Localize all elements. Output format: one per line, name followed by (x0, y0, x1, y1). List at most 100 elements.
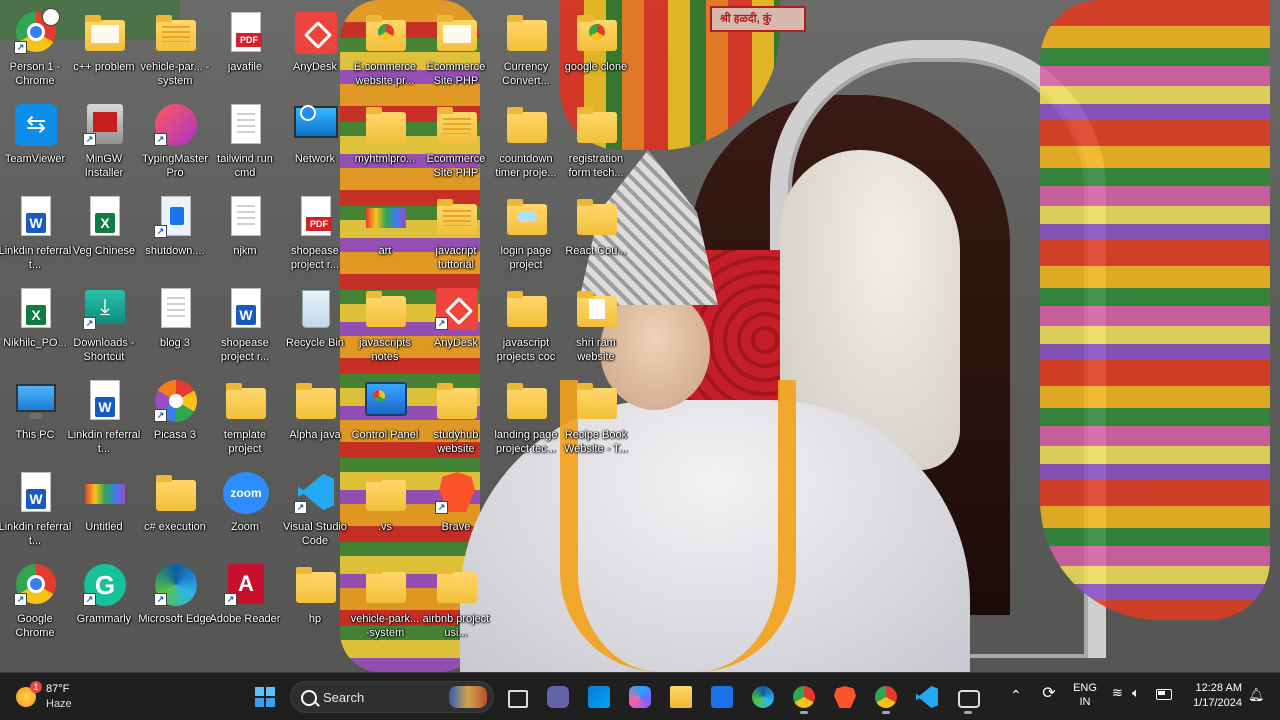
desktop-icon-microsoft-edge[interactable]: ↗ Microsoft Edge (138, 556, 212, 644)
taskbar-camera[interactable] (951, 680, 985, 714)
desktop-icon-zoom[interactable]: zoom Zoom (210, 464, 280, 552)
desktop-icon-linkdin-referral-3[interactable]: W Linkdin referral t... (0, 464, 71, 552)
desktop-icon-linkdin-referral-2[interactable]: W Linkdin referral t... (68, 372, 140, 460)
desktop-icon-javascript-projects[interactable]: javascript projects coc (491, 280, 561, 368)
desktop-icon-shopease-project-1[interactable]: PDF shopease project r... (280, 188, 350, 276)
desktop-icon-njkm[interactable]: njkm (210, 188, 280, 276)
show-hidden-icons-chevron-icon[interactable]: ⌃ (1010, 687, 1022, 704)
icon-label: c# execution (144, 521, 206, 533)
desktop-icon-art[interactable]: art (350, 188, 420, 276)
teams-chat-icon (547, 686, 569, 708)
desktop-icon-registration-form[interactable]: registration form tech... (561, 96, 631, 184)
desktop-icon-downloads-shortcut[interactable]: ⤓ ↗ Downloads - Shortcut (69, 280, 139, 368)
desktop-icon-google-clone[interactable]: google clone (561, 4, 631, 92)
taskbar-chrome-profile[interactable] (869, 680, 903, 714)
icon-label: google clone (564, 61, 628, 73)
desktop-icon-countdown-timer[interactable]: countdown timer proje... (491, 96, 561, 184)
desktop-icon-mingw-installer[interactable]: ↗ MinGW Installer (69, 96, 139, 184)
desktop-icon-vehicle-parking-system-2[interactable]: vehicle-park... -system (350, 556, 420, 644)
desktop-icon-airbnb-project[interactable]: airbnb project usi... (421, 556, 491, 644)
taskbar-copilot[interactable] (623, 680, 657, 714)
recycle-bin-icon (302, 290, 330, 328)
desktop-icon-recycle-bin[interactable]: Recycle Bin (280, 280, 350, 368)
desktop-icon-javascripts-notes[interactable]: javascripts notes (350, 280, 420, 368)
taskbar-edge[interactable] (746, 680, 780, 714)
desktop-icon-ecommerce-site-php-2[interactable]: Ecommerce Site PHP (421, 96, 491, 184)
desktop-icon-google-chrome[interactable]: ↗ Google Chrome (0, 556, 70, 644)
folder-icon (507, 15, 547, 51)
desktop-icon-myhtmlproject[interactable]: myhtmlpro... (350, 96, 420, 184)
desktop-icon-anydesk[interactable]: AnyDesk (280, 4, 350, 92)
weather-badge: 1 (30, 681, 42, 693)
desktop-icon-veg-chinese[interactable]: X Veg Chinese (69, 188, 139, 276)
taskbar-task-view[interactable] (500, 680, 534, 714)
windows-logo-icon (255, 687, 275, 707)
icon-label: vehicle-park... -system (350, 613, 420, 639)
taskbar-search[interactable]: Search (290, 681, 494, 713)
taskbar-teams[interactable] (541, 680, 575, 714)
sync-icon[interactable]: ⟳ (1038, 683, 1060, 705)
desktop-icon-landing-page-project[interactable]: landing page project tec... (491, 372, 561, 460)
desktop-icon-grammarly[interactable]: G ↗ Grammarly (69, 556, 139, 644)
desktop-icon-currency-converter[interactable]: Currency Convert... (491, 4, 561, 92)
desktop-icon-cpp-problem[interactable]: c++ problem (69, 4, 139, 92)
desktop-icon-login-page-project[interactable]: login page project (491, 188, 561, 276)
desktop-icon-anydesk-2[interactable]: ↗ AnyDesk (421, 280, 491, 368)
desktop-icon-tailwind-run-cmd[interactable]: tailwind run cmd (210, 96, 280, 184)
icon-label: studyhub website (433, 429, 479, 455)
notification-bell-icon[interactable]: 🔔︎ (1248, 687, 1265, 702)
start-button[interactable] (248, 680, 282, 714)
desktop-icon-this-pc[interactable]: This PC (0, 372, 70, 460)
icon-label: shopease project r... (220, 337, 270, 363)
folder-icon (577, 383, 617, 419)
desktop-icon-javacript-tuttorial[interactable]: javacript tuttorial (421, 188, 491, 276)
taskbar-store[interactable] (582, 680, 616, 714)
desktop-icon-vehicle-parking-system[interactable]: vehicle-par... -system (140, 4, 210, 92)
desktop-icon-visual-studio-code[interactable]: ↗ Visual Studio Code (280, 464, 350, 552)
battery-icon[interactable] (1156, 689, 1172, 700)
desktop-icon-shutdown[interactable]: ↗ shutdown.... (140, 188, 210, 276)
desktop-icon-network[interactable]: Network (280, 96, 350, 184)
desktop-icon-brave[interactable]: ↗ Brave (421, 464, 491, 552)
desktop-icon-recipe-book-website[interactable]: Recipe Book Website - T... (561, 372, 631, 460)
desktop-icon-linkdin-referral-1[interactable]: W Linkdin referral t... (0, 188, 71, 276)
desktop-icon-template-project[interactable]: template project (210, 372, 280, 460)
chrome-icon (793, 686, 815, 708)
desktop-icon-typingmaster-pro[interactable]: ↗ TypingMaster Pro (140, 96, 210, 184)
desktop-icon-studyhub-website[interactable]: studyhub website (421, 372, 491, 460)
taskbar-file-explorer[interactable] (664, 680, 698, 714)
desktop-icon-nikhilc-po[interactable]: X Nikhilc_PO... (0, 280, 70, 368)
taskbar-vscode[interactable] (910, 680, 944, 714)
region-code: IN (1079, 696, 1091, 708)
desktop-icon-blog-3[interactable]: blog 3 (140, 280, 210, 368)
desktop-icon-control-panel[interactable]: Control Panel (350, 372, 420, 460)
desktop-icon-alpha-java[interactable]: Alpha java (280, 372, 350, 460)
desktop-icon-adobe-reader[interactable]: A ↗ Adobe Reader (210, 556, 280, 644)
desktop-icon-picasa-3[interactable]: ↗ Picasa 3 (140, 372, 210, 460)
volume-icon[interactable]: 🔈︎ (1132, 685, 1140, 701)
camera-icon (958, 690, 980, 708)
taskbar-brave[interactable] (828, 680, 862, 714)
desktop-icon-ecommerce-website[interactable]: E-commerce website pr... (350, 4, 420, 92)
desktop-icon-vs-folder[interactable]: .vs (350, 464, 420, 552)
desktop-icon-untitled[interactable]: Untitled (69, 464, 139, 552)
system-clock[interactable]: 12:28 AM 1/17/2024 (1186, 681, 1242, 711)
desktop-icon-person-1-chrome[interactable]: ↗ Person 1 - Chrome (0, 4, 70, 92)
weather-widget[interactable]: 1 87°F Haze (12, 679, 122, 715)
desktop-icon-hp[interactable]: hp (280, 556, 350, 644)
taskbar-mail[interactable] (705, 680, 739, 714)
desktop-icon-csharp-execution[interactable]: c# execution (140, 464, 210, 552)
image-file-icon (85, 484, 125, 504)
desktop-icon-teamviewer[interactable]: TeamViewer (0, 96, 70, 184)
input-language-indicator[interactable]: ENG IN (1070, 681, 1100, 709)
desktop-icon-javafile[interactable]: PDF javafile (210, 4, 280, 92)
desktop-icon-shopease-project-2[interactable]: W shopease project r... (210, 280, 280, 368)
desktop-icon-react-course[interactable]: React Cou... (561, 188, 631, 276)
icon-label: Visual Studio Code (282, 521, 347, 547)
taskbar-chrome[interactable] (787, 680, 821, 714)
wifi-icon[interactable]: ≋ (1112, 685, 1123, 701)
desktop-icon-ecommerce-site-php[interactable]: Ecommerce Site PHP (421, 4, 491, 92)
icon-label: javafile (227, 61, 263, 73)
desktop-icon-shri-ram-website[interactable]: shri ram website (561, 280, 631, 368)
search-highlight-image (449, 686, 487, 708)
